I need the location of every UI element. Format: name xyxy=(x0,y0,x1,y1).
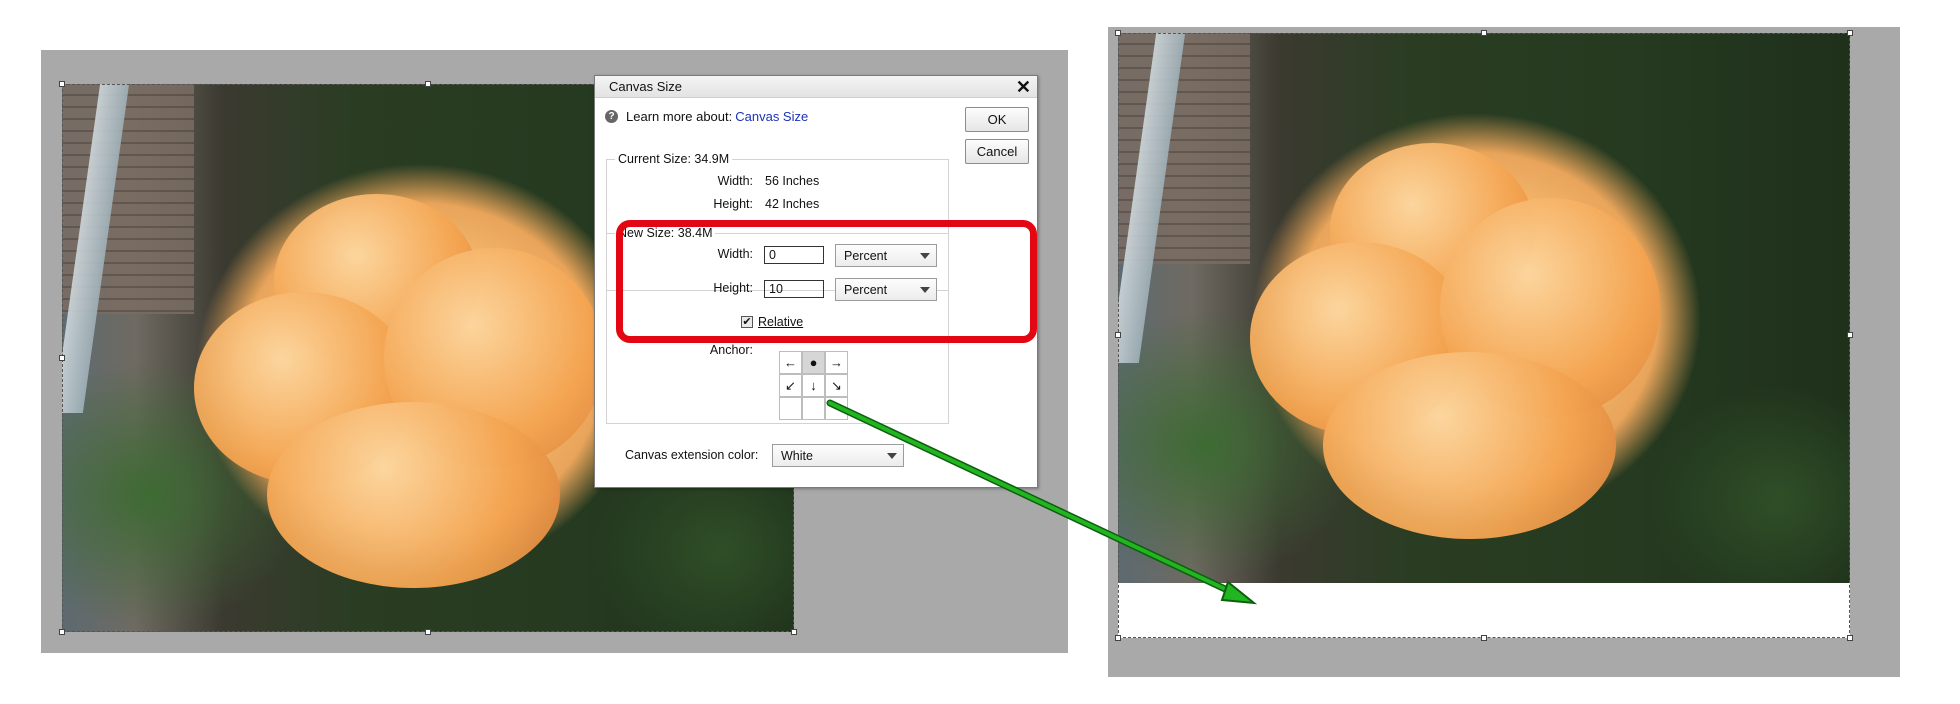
dialog-title: Canvas Size xyxy=(609,79,682,94)
help-row: ? Learn more about: Canvas Size xyxy=(605,109,808,124)
anchor-cell-top-right[interactable]: → xyxy=(825,351,848,374)
close-icon[interactable]: ✕ xyxy=(1016,78,1031,96)
arrow-down-right-icon: ↘ xyxy=(831,377,842,393)
marquee-handle[interactable] xyxy=(59,629,65,635)
new-size-highlight xyxy=(616,220,1037,343)
current-size-title: Current Size: 34.9M xyxy=(615,152,733,166)
marquee-handle[interactable] xyxy=(1847,30,1853,36)
marquee-handle[interactable] xyxy=(1115,30,1121,36)
anchor-cell-bottom-left[interactable] xyxy=(779,397,802,420)
marquee-handle[interactable] xyxy=(791,629,797,635)
chevron-down-icon xyxy=(887,453,897,459)
help-icon: ? xyxy=(605,110,618,123)
marquee-handle[interactable] xyxy=(425,629,431,635)
extension-color-label: Canvas extension color: xyxy=(625,448,759,462)
marquee-handle[interactable] xyxy=(1115,332,1121,338)
anchor-point-icon: ● xyxy=(809,355,818,370)
cancel-button[interactable]: Cancel xyxy=(965,139,1029,164)
anchor-cell-middle-center[interactable]: ↓ xyxy=(802,374,825,397)
arrow-left-icon: ← xyxy=(784,355,797,370)
extension-color-select[interactable]: White xyxy=(772,444,904,467)
extension-color-value: White xyxy=(781,448,813,463)
help-link[interactable]: Canvas Size xyxy=(735,109,808,124)
marquee-handle[interactable] xyxy=(59,355,65,361)
dialog-titlebar[interactable]: Canvas Size ✕ xyxy=(595,76,1037,98)
current-width-label: Width: xyxy=(717,174,753,188)
marquee-handle[interactable] xyxy=(1481,30,1487,36)
anchor-grid[interactable]: ← ● → ↙ ↓ ↘ xyxy=(779,351,848,420)
current-height-value: 42 Inches xyxy=(765,197,820,211)
anchor-cell-top-center[interactable]: ● xyxy=(802,351,825,374)
marquee-handle[interactable] xyxy=(1481,635,1487,641)
marquee-handle[interactable] xyxy=(59,81,65,87)
anchor-cell-bottom-right[interactable] xyxy=(825,397,848,420)
anchor-cell-middle-left[interactable]: ↙ xyxy=(779,374,802,397)
ok-button[interactable]: OK xyxy=(965,107,1029,132)
anchor-cell-middle-right[interactable]: ↘ xyxy=(825,374,848,397)
arrow-right-icon: → xyxy=(830,355,843,370)
arrow-down-icon: ↓ xyxy=(810,378,817,393)
arrow-down-left-icon: ↙ xyxy=(785,377,796,393)
marquee-handle[interactable] xyxy=(425,81,431,87)
marquee-handle[interactable] xyxy=(1115,635,1121,641)
right-selection-marquee[interactable] xyxy=(1118,33,1850,638)
current-width-value: 56 Inches xyxy=(765,174,820,188)
current-height-label: Height: xyxy=(713,197,753,211)
anchor-label: Anchor: xyxy=(709,343,753,357)
anchor-cell-bottom-center[interactable] xyxy=(802,397,825,420)
marquee-handle[interactable] xyxy=(1847,332,1853,338)
marquee-handle[interactable] xyxy=(1847,635,1853,641)
help-prefix: Learn more about: xyxy=(626,109,733,124)
anchor-cell-top-left[interactable]: ← xyxy=(779,351,802,374)
